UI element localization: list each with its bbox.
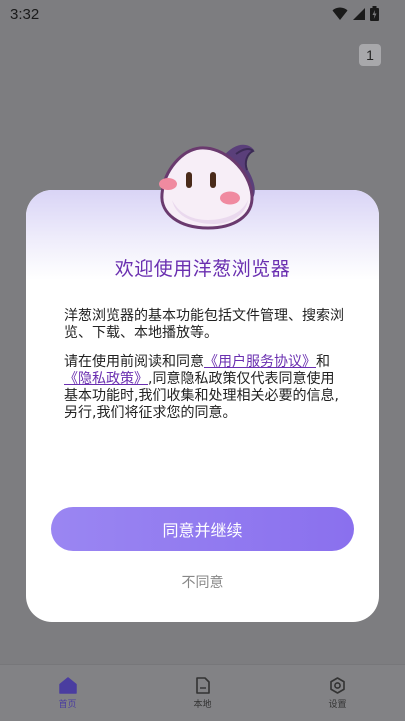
privacy-consent-dialog: 欢迎使用洋葱浏览器 洋葱浏览器的基本功能包括文件管理、搜索浏览、下载、本地播放等… xyxy=(26,190,379,622)
nav-home-label: 首页 xyxy=(58,699,77,710)
nav-settings[interactable]: 设置 xyxy=(298,676,378,710)
status-bar: 3:32 xyxy=(0,0,405,30)
wifi-icon xyxy=(332,7,348,20)
disagree-button[interactable]: 不同意 xyxy=(26,572,379,592)
privacy-policy-link[interactable]: 《隐私政策》 xyxy=(64,371,148,387)
dialog-paragraph-intro: 洋葱浏览器的基本功能包括文件管理、搜索浏览、下载、本地播放等。 xyxy=(64,308,344,341)
consent-text-and: 和 xyxy=(316,354,330,370)
consent-text-before: 请在使用前阅读和同意 xyxy=(64,354,204,370)
status-icons xyxy=(332,6,379,21)
folder-icon xyxy=(195,676,210,694)
battery-icon xyxy=(370,6,379,21)
user-agreement-link[interactable]: 《用户服务协议》 xyxy=(204,354,316,370)
agree-continue-button[interactable]: 同意并继续 xyxy=(51,507,354,551)
bottom-navigation: 首页 本地 设置 xyxy=(0,664,405,721)
dialog-title: 欢迎使用洋葱浏览器 xyxy=(114,258,291,280)
home-icon xyxy=(58,676,77,694)
signal-icon xyxy=(353,7,365,20)
dialog-paragraph-consent: 请在使用前阅读和同意《用户服务协议》和《隐私政策》,同意隐私政策仅代表同意使用基… xyxy=(64,354,346,422)
nav-local[interactable]: 本地 xyxy=(163,676,243,710)
onion-mascot-icon xyxy=(159,144,255,230)
dialog-body: 洋葱浏览器的基本功能包括文件管理、搜索浏览、下载、本地播放等。 请在使用前阅读和… xyxy=(64,308,346,434)
tab-count-button[interactable]: 1 xyxy=(359,44,381,66)
nav-local-label: 本地 xyxy=(193,699,212,710)
nav-settings-label: 设置 xyxy=(328,699,347,710)
status-time: 3:32 xyxy=(10,6,40,23)
settings-icon xyxy=(330,676,345,694)
nav-home[interactable]: 首页 xyxy=(28,676,108,710)
